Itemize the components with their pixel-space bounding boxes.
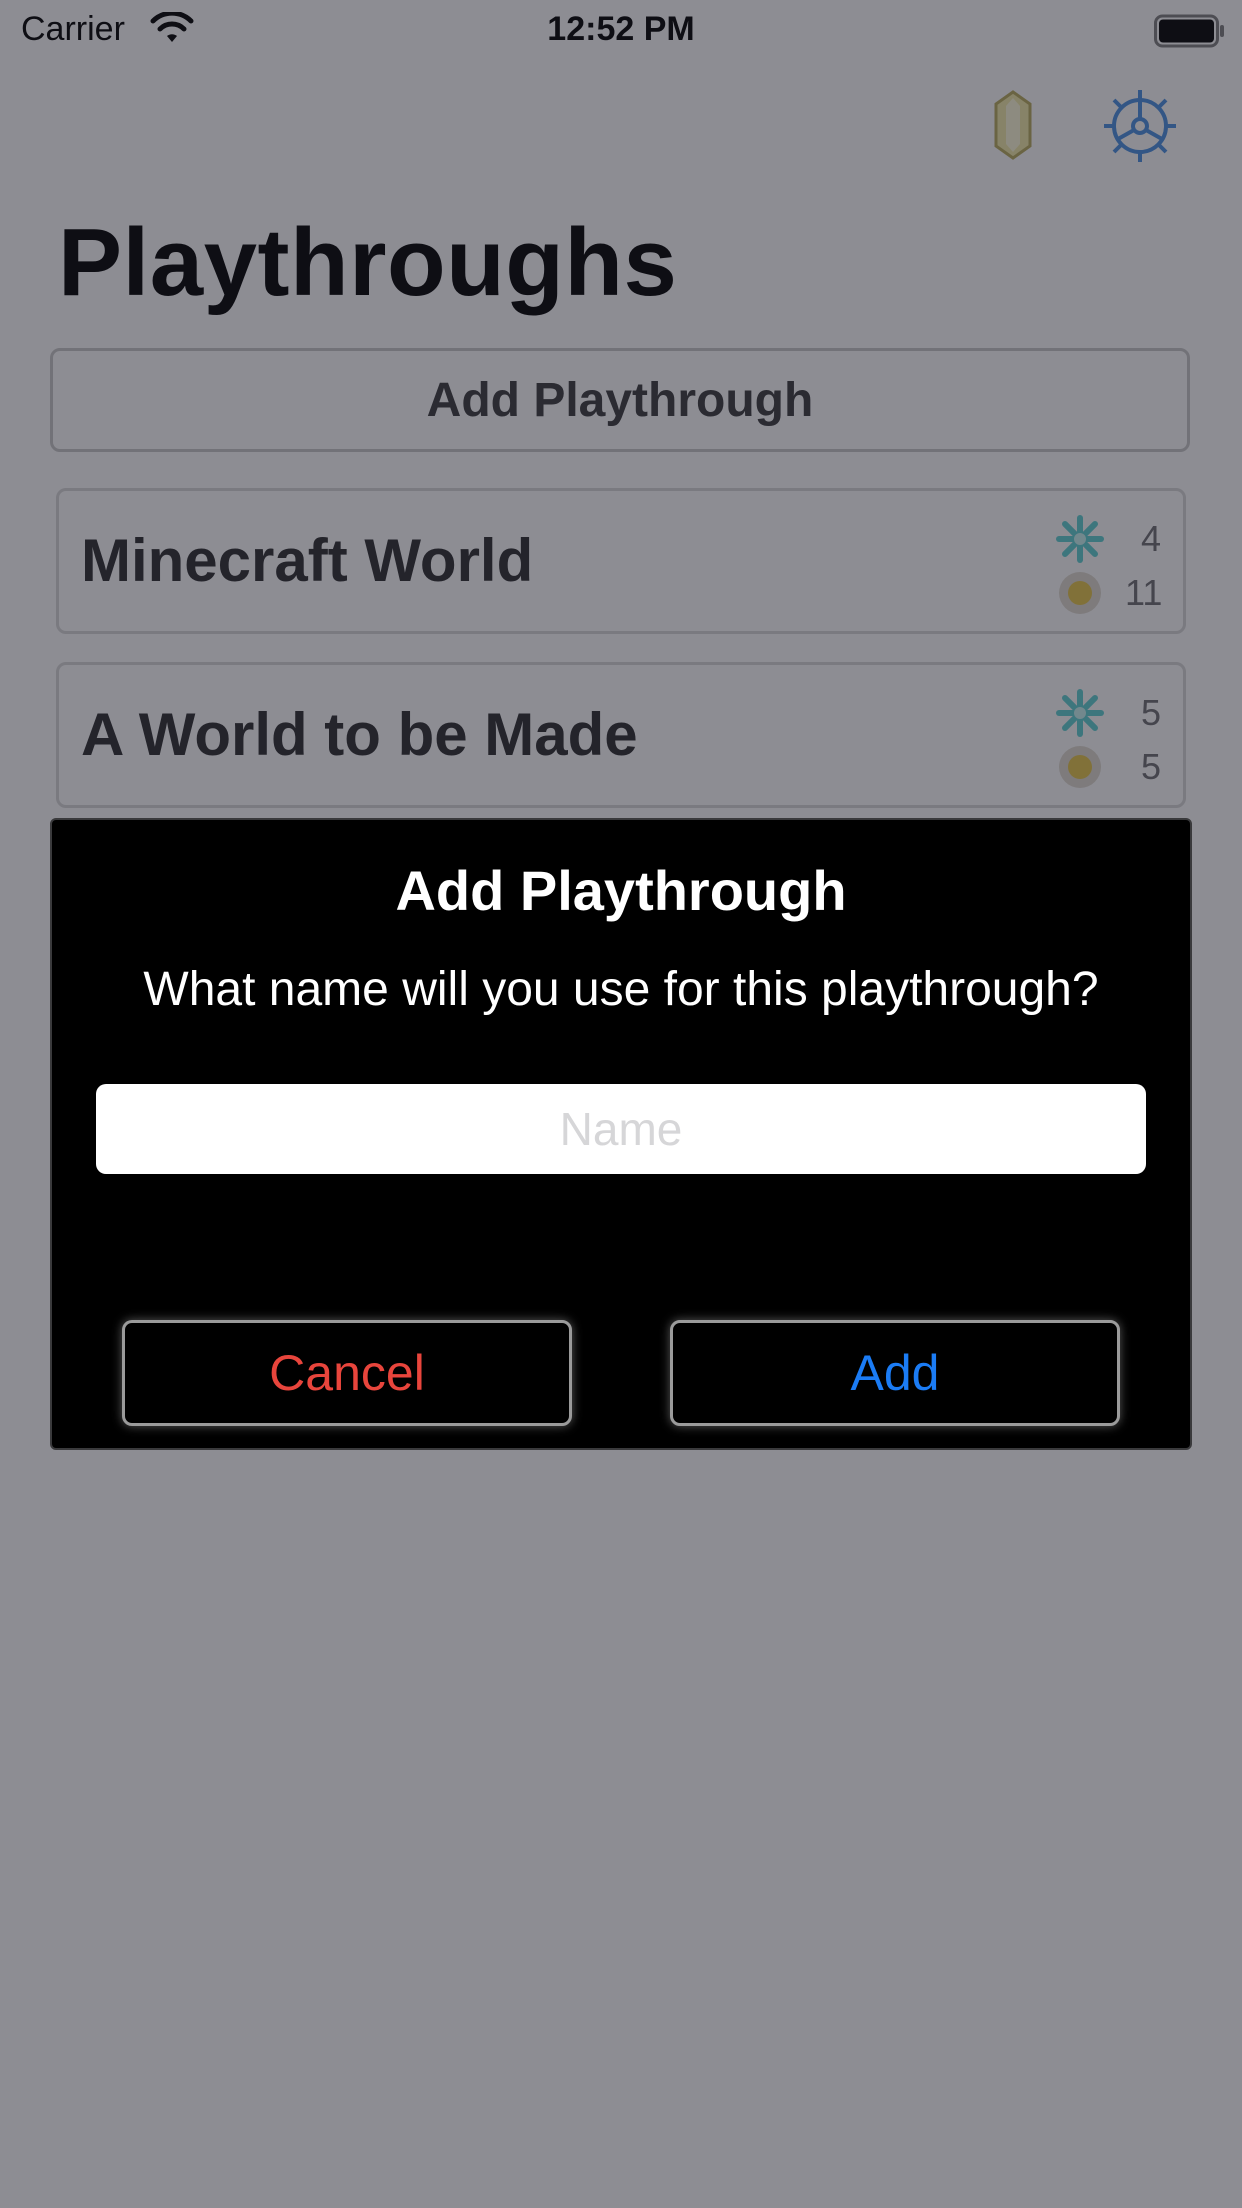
name-input[interactable] — [96, 1084, 1146, 1174]
dialog-title: Add Playthrough — [395, 859, 847, 922]
cancel-button[interactable]: Cancel — [122, 1320, 572, 1426]
app-screen: Carrier 12:52 PM — [0, 0, 1242, 2208]
dialog-message: What name will you use for this playthro… — [143, 963, 1099, 1016]
add-button[interactable]: Add — [670, 1320, 1120, 1426]
add-playthrough-dialog: Add Playthrough What name will you use f… — [50, 818, 1192, 1450]
